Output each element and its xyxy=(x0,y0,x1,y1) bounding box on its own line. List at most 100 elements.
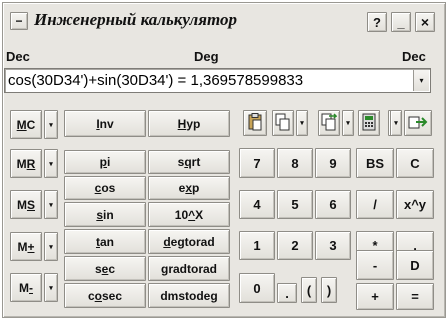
key-9[interactable]: 9 xyxy=(315,148,351,178)
key-plus[interactable]: + xyxy=(356,283,394,310)
key-4[interactable]: 4 xyxy=(239,190,275,219)
key-label: 1 xyxy=(253,238,261,253)
key-label: 0 xyxy=(253,280,261,296)
chevron-down-icon: ▾ xyxy=(394,120,398,127)
key-label: . xyxy=(285,285,289,301)
key-2[interactable]: 2 xyxy=(277,231,313,260)
key-7[interactable]: 7 xyxy=(239,148,275,178)
gradtorad-button[interactable]: g radtorad xyxy=(148,256,230,281)
button-label-part: yp xyxy=(186,116,201,131)
button-label-part: q xyxy=(184,155,192,169)
degtorad-button[interactable]: d egtorad xyxy=(148,229,230,254)
key-1[interactable]: 1 xyxy=(239,231,275,260)
key-c[interactable]: C xyxy=(396,148,434,178)
hyp-button[interactable]: Hyp xyxy=(148,110,230,137)
m-plus-button[interactable]: M + xyxy=(10,232,42,261)
button-label-part: egtorad xyxy=(170,234,215,249)
paste-button[interactable] xyxy=(243,110,267,136)
minimize-button[interactable]: _ xyxy=(391,12,411,32)
key-6[interactable]: 6 xyxy=(315,190,351,219)
system-menu-button[interactable]: − xyxy=(10,12,28,30)
angle-unit[interactable]: Deg xyxy=(194,49,219,64)
button-label-part: c xyxy=(108,261,116,276)
button-label-part: M xyxy=(16,197,27,212)
key-label: 6 xyxy=(329,197,337,212)
key-label: - xyxy=(372,257,378,273)
pow10-button[interactable]: 10 ^ X xyxy=(148,202,230,227)
key-divide[interactable]: / xyxy=(356,190,394,219)
button-label-part: - xyxy=(29,280,33,295)
dmstodeg-button[interactable]: dmstode g xyxy=(148,283,230,308)
chevron-down-icon: ▾ xyxy=(49,160,53,168)
button-label-part: radtorad xyxy=(168,261,218,276)
cosec-button[interactable]: c o sec xyxy=(64,283,146,308)
sec-button[interactable]: sec xyxy=(64,256,146,281)
key-0[interactable]: 0 xyxy=(239,273,275,303)
m-minus-button[interactable]: M- xyxy=(10,273,42,302)
cos-button[interactable]: c os xyxy=(64,176,146,200)
inv-button[interactable]: Inv xyxy=(64,110,146,137)
help-button[interactable]: ? xyxy=(367,12,387,32)
mr-button[interactable]: MR xyxy=(10,149,42,178)
key-d[interactable]: D xyxy=(396,250,434,280)
m-plus-menu-button[interactable]: ▾ xyxy=(44,232,58,261)
chevron-down-icon: ▾ xyxy=(346,120,350,127)
ms-menu-button[interactable]: ▾ xyxy=(44,190,58,219)
key-3[interactable]: 3 xyxy=(315,231,351,260)
chevron-down-icon: ▾ xyxy=(49,121,53,129)
tan-button[interactable]: t an xyxy=(64,229,146,254)
button-label-part: os xyxy=(101,181,116,195)
button-label-part: an xyxy=(99,234,114,249)
button-label-part: g xyxy=(160,261,169,276)
history-dropdown-button[interactable]: ▾ xyxy=(413,70,429,91)
expression-text: cos(30D34')+sin(30D34') = 1,369578599833 xyxy=(8,72,304,89)
key-bs[interactable]: BS xyxy=(356,148,394,178)
sin-button[interactable]: s in xyxy=(64,202,146,227)
copy-export-icon xyxy=(321,112,338,134)
button-label-part: M xyxy=(19,280,29,295)
mc-button[interactable]: MC xyxy=(10,110,42,139)
number-base-left[interactable]: Dec xyxy=(6,49,30,64)
button-label-part: c xyxy=(94,181,102,195)
ms-button[interactable]: MS xyxy=(10,190,42,219)
key-label: = xyxy=(411,289,419,304)
close-button[interactable]: × xyxy=(415,12,435,32)
calculator-button[interactable] xyxy=(358,110,380,136)
key-label: 4 xyxy=(253,197,261,212)
exp-button[interactable]: exp xyxy=(148,176,230,200)
key-rparen[interactable]: ) xyxy=(321,277,337,303)
key-equals[interactable]: = xyxy=(396,283,434,310)
button-label-part: M xyxy=(16,156,27,171)
button-label-part: ^ xyxy=(188,207,196,222)
key-8[interactable]: 8 xyxy=(277,148,313,178)
exit-icon xyxy=(408,113,428,134)
button-label-part: p xyxy=(192,181,200,195)
key-power[interactable]: x^y xyxy=(396,190,434,219)
mr-menu-button[interactable]: ▾ xyxy=(44,149,58,178)
pi-button[interactable]: pi xyxy=(64,150,146,174)
button-label-part: p xyxy=(99,155,107,169)
exit-menu-button[interactable]: ▾ xyxy=(390,110,402,136)
button-label-part: dmstode xyxy=(160,288,211,303)
m-minus-menu-button[interactable]: ▾ xyxy=(44,273,58,302)
chevron-down-icon: ▾ xyxy=(300,120,304,127)
exit-button[interactable] xyxy=(404,110,432,136)
calculator-icon xyxy=(361,113,377,134)
copy-menu-button[interactable]: ▾ xyxy=(296,110,308,136)
button-label-part: in xyxy=(103,207,114,222)
key-minus[interactable]: - xyxy=(356,250,394,280)
mc-menu-button[interactable]: ▾ xyxy=(44,110,58,139)
button-label-part: sec xyxy=(102,288,123,303)
key-lparen[interactable]: ( xyxy=(301,277,317,303)
copy-button[interactable] xyxy=(272,110,294,136)
key-label: + xyxy=(371,289,379,304)
sqrt-button[interactable]: s q rt xyxy=(148,150,230,174)
key-dot[interactable]: . xyxy=(277,283,297,303)
key-label: 7 xyxy=(253,155,261,171)
expression-display[interactable]: cos(30D34')+sin(30D34') = 1,369578599833… xyxy=(4,68,431,93)
copy-export-button[interactable] xyxy=(318,110,340,136)
copy-export-menu-button[interactable]: ▾ xyxy=(342,110,354,136)
button-label-part: e xyxy=(178,181,186,195)
number-base-right[interactable]: Dec xyxy=(402,49,426,64)
key-5[interactable]: 5 xyxy=(277,190,313,219)
